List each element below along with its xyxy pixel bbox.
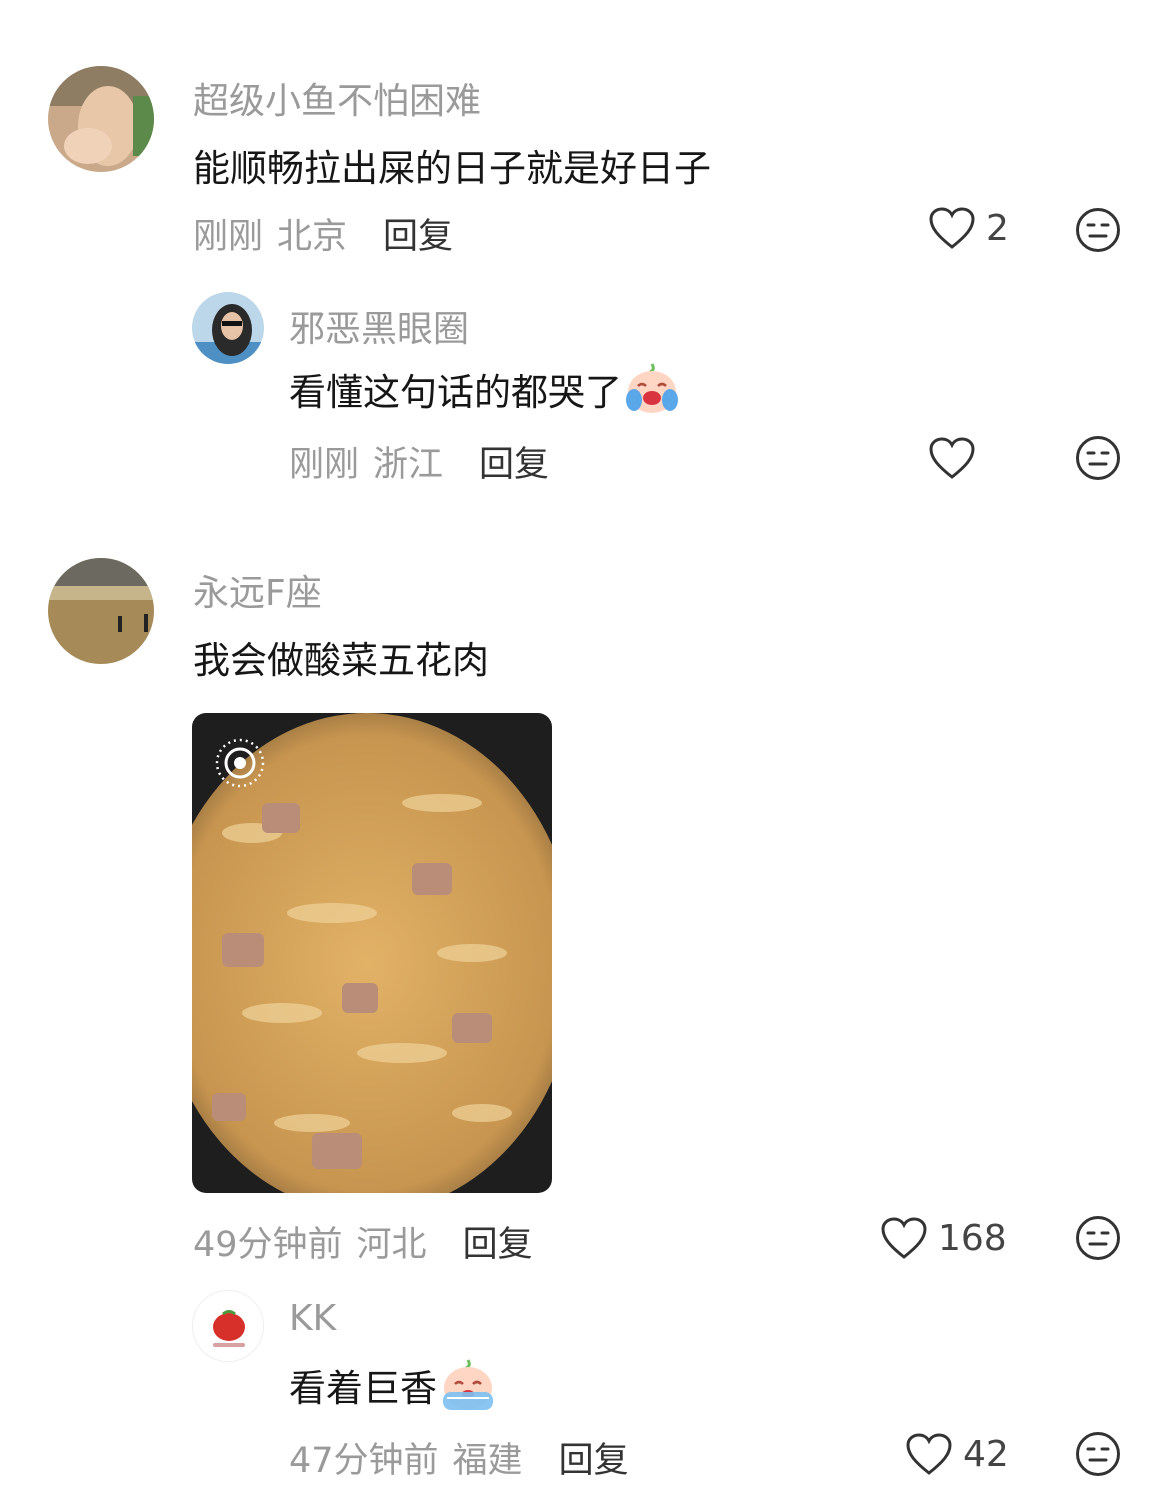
- reply-text: 看着巨香: [289, 1367, 437, 1410]
- comment-meta: 49分钟前 河北 回复: [193, 1216, 533, 1267]
- reply-button[interactable]: 回复: [559, 1432, 629, 1483]
- reply-button[interactable]: 回复: [463, 1216, 533, 1267]
- reply-location: 福建: [452, 1441, 523, 1481]
- like-count: 42: [963, 1433, 1009, 1475]
- avatar[interactable]: [192, 1290, 264, 1362]
- avatar[interactable]: [48, 558, 154, 664]
- live-photo-icon: [215, 738, 265, 788]
- like-button[interactable]: 42: [905, 1432, 1009, 1476]
- reply-text: 看懂这句话的都哭了: [289, 371, 622, 414]
- like-count: 2: [986, 207, 1009, 249]
- comment-location: 河北: [356, 1225, 427, 1265]
- reply-text-line: 看懂这句话的都哭了: [289, 362, 680, 416]
- comment-text: 我会做酸菜五花肉: [193, 639, 489, 682]
- comment-location: 北京: [277, 217, 348, 257]
- neutral-face-icon[interactable]: [1075, 1215, 1121, 1261]
- reply-button[interactable]: 回复: [383, 208, 453, 259]
- heart-outline-icon: [929, 437, 975, 479]
- neutral-face-icon[interactable]: [1075, 435, 1121, 481]
- reply-meta: 47分钟前 福建 回复: [289, 1432, 629, 1483]
- reply-button[interactable]: 回复: [479, 436, 549, 487]
- neutral-face-icon[interactable]: [1075, 1431, 1121, 1477]
- sauerkraut-pork-photo[interactable]: [192, 713, 552, 1193]
- comment-time: 49分钟前: [193, 1225, 343, 1265]
- heart-outline-icon: [881, 1217, 927, 1259]
- drooling-face-emoji: [443, 1359, 493, 1410]
- avatar[interactable]: [192, 292, 264, 364]
- comment-username[interactable]: 超级小鱼不怕困难: [193, 72, 481, 124]
- comment-time: 刚刚: [193, 217, 264, 257]
- heart-outline-icon: [906, 1433, 952, 1475]
- reply-meta: 刚刚 浙江 回复: [289, 436, 549, 487]
- reply-username[interactable]: 邪恶黑眼圈: [289, 300, 469, 352]
- avatar[interactable]: [48, 66, 154, 172]
- reply-text-line: 看着巨香: [289, 1358, 497, 1412]
- like-button[interactable]: 168: [880, 1216, 1007, 1260]
- like-count: 168: [938, 1217, 1007, 1259]
- reply-location: 浙江: [373, 445, 444, 485]
- reply-username[interactable]: KK: [289, 1298, 336, 1339]
- neutral-face-icon[interactable]: [1075, 207, 1121, 253]
- heart-outline-icon: [929, 207, 975, 249]
- like-button[interactable]: 2: [928, 206, 1009, 250]
- comment-text: 能顺畅拉出屎的日子就是好日子: [193, 147, 711, 190]
- reply-time: 47分钟前: [289, 1441, 439, 1481]
- comment-username[interactable]: 永远F座: [193, 564, 322, 616]
- like-button[interactable]: [928, 436, 986, 480]
- comment-meta: 刚刚 北京 回复: [193, 208, 453, 259]
- crying-face-emoji: [626, 363, 678, 413]
- reply-time: 刚刚: [289, 445, 360, 485]
